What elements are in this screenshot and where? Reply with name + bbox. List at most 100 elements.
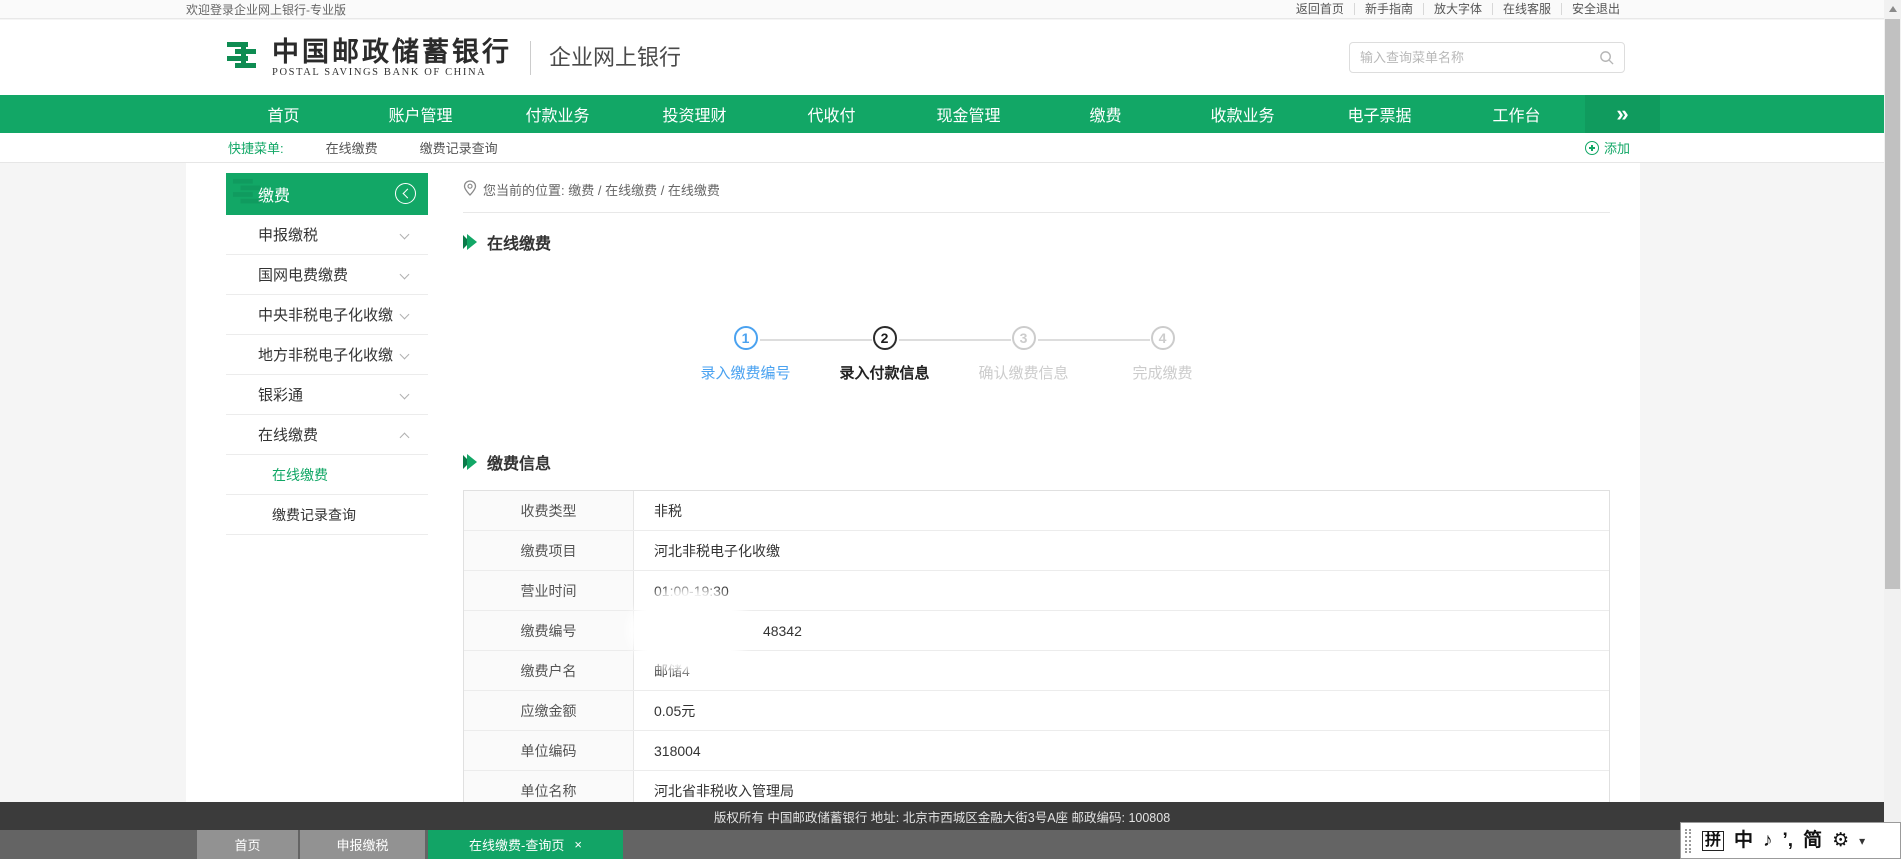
add-quick-menu-button[interactable]: 添加: [1585, 138, 1630, 157]
step-label: 录入付款信息: [839, 362, 929, 383]
sidebar-item-yincaitong[interactable]: 银彩通: [226, 375, 428, 415]
sidebar-item-local-nontax[interactable]: 地方非税电子化收缴: [226, 335, 428, 375]
row-value: 河北非税电子化收缴: [634, 531, 1609, 570]
payment-number-suffix: 48342: [763, 623, 802, 639]
section-online-payment: 在线缴费: [463, 230, 551, 254]
table-row-payer-name: 缴费户名 邮储4: [464, 651, 1609, 691]
bank-name-cn: 中国邮政储蓄银行: [272, 38, 512, 66]
nav-item-bill-pay[interactable]: 缴费: [1037, 95, 1174, 133]
step-circle: 4: [1151, 326, 1175, 350]
sidebar-item-central-nontax[interactable]: 中央非税电子化收缴: [226, 295, 428, 335]
ime-pinyin-icon[interactable]: 拼: [1702, 831, 1724, 851]
row-value: 非税: [634, 491, 1609, 530]
chevron-up-icon: [400, 433, 410, 443]
sidebar-item-declare-tax[interactable]: 申报缴税: [226, 215, 428, 255]
row-label: 营业时间: [464, 571, 634, 610]
ime-simplified-icon[interactable]: 简: [1803, 831, 1822, 850]
sidebar-item-grid-electricity[interactable]: 国网电费缴费: [226, 255, 428, 295]
nav-item-workbench[interactable]: 工作台: [1448, 95, 1585, 133]
row-value: 0.05元: [634, 691, 1609, 730]
top-links: 返回首页 新手指南 放大字体 在线客服 安全退出: [1286, 3, 1630, 15]
table-row-fee-type: 收费类型 非税: [464, 491, 1609, 531]
close-icon[interactable]: ×: [574, 837, 582, 852]
nav-item-e-bills[interactable]: 电子票据: [1311, 95, 1448, 133]
bank-logo: 中国邮政储蓄银行 POSTAL SAVINGS BANK OF CHINA: [226, 38, 512, 78]
step-complete-payment: 4 完成缴费: [1093, 326, 1232, 383]
breadcrumb-path: 缴费 / 在线缴费 / 在线缴费: [568, 180, 720, 199]
drag-handle-icon[interactable]: [1685, 829, 1691, 853]
quick-item-online-payment[interactable]: 在线缴费: [326, 138, 378, 157]
sidebar-item-online-payment-group[interactable]: 在线缴费: [226, 415, 428, 455]
psbc-logo-icon: [226, 39, 262, 77]
ime-tone-icon[interactable]: ♪: [1763, 831, 1773, 850]
taskbar-tab-online-payment-query[interactable]: 在线缴费-查询页 ×: [428, 830, 623, 859]
chevron-down-icon: [400, 270, 410, 280]
ime-chinese-mode-icon[interactable]: 中: [1734, 831, 1753, 850]
nav-item-cash-mgmt[interactable]: 现金管理: [900, 95, 1037, 133]
section-payment-info: 缴费信息: [463, 450, 551, 474]
copyright-text: 版权所有 中国邮政储蓄银行 地址: 北京市西城区金融大街3号A座 邮政编码: 1…: [714, 807, 1170, 826]
nav-item-collection-pay[interactable]: 代收付: [763, 95, 900, 133]
sidebar: 缴费 申报缴税 国网电费缴费 中央非税电子化收缴 地方非税电子化收缴 银彩通 在…: [226, 173, 428, 535]
scrollbar-thumb[interactable]: [1885, 19, 1900, 589]
nav-item-home[interactable]: 首页: [215, 95, 352, 133]
ime-punctuation-icon[interactable]: ’,: [1783, 831, 1794, 850]
section-arrow-icon: [467, 234, 477, 250]
link-online-service[interactable]: 在线客服: [1492, 3, 1561, 15]
copyright-footer: 版权所有 中国邮政储蓄银行 地址: 北京市西城区金融大街3号A座 邮政编码: 1…: [0, 802, 1884, 830]
section-arrow-icon: [467, 454, 477, 470]
sidebar-watermark-icon: [232, 173, 266, 215]
sidebar-subitem-online-payment[interactable]: 在线缴费: [226, 455, 428, 495]
nav-item-account-mgmt[interactable]: 账户管理: [352, 95, 489, 133]
table-row-business-hours: 营业时间 01:00-19:30: [464, 571, 1609, 611]
main-nav: 首页 账户管理 付款业务 投资理财 代收付 现金管理 缴费 收款业务 电子票据 …: [0, 95, 1901, 133]
menu-search-input[interactable]: [1360, 50, 1599, 65]
search-icon[interactable]: [1599, 50, 1614, 65]
step-label: 确认缴费信息: [978, 362, 1068, 383]
chevron-down-icon: [400, 310, 410, 320]
sidebar-item-label: 国网电费缴费: [258, 264, 348, 285]
row-value: 318004: [634, 731, 1609, 770]
payment-info-table: 收费类型 非税 缴费项目 河北非税电子化收缴 营业时间 01:00-19:30 …: [463, 490, 1610, 812]
chevron-down-icon: [400, 230, 410, 240]
row-label: 缴费编号: [464, 611, 634, 650]
link-enlarge-font[interactable]: 放大字体: [1423, 3, 1492, 15]
sidebar-item-label: 在线缴费: [258, 424, 318, 445]
scrollbar-up-arrow-icon[interactable]: [1884, 0, 1901, 17]
link-safe-logout[interactable]: 安全退出: [1561, 3, 1630, 15]
quick-item-payment-records[interactable]: 缴费记录查询: [420, 138, 498, 157]
row-label: 应缴金额: [464, 691, 634, 730]
step-enter-payment-number: 1 录入缴费编号: [676, 326, 815, 383]
ime-settings-gear-icon[interactable]: ⚙: [1832, 831, 1849, 850]
link-return-home[interactable]: 返回首页: [1286, 3, 1354, 15]
link-beginner-guide[interactable]: 新手指南: [1354, 3, 1423, 15]
nav-item-payment-biz[interactable]: 付款业务: [489, 95, 626, 133]
quick-menu-bar: 快捷菜单: 在线缴费 缴费记录查询 添加: [0, 133, 1901, 163]
vertical-scrollbar[interactable]: [1884, 0, 1901, 859]
ime-options-arrow-icon[interactable]: ▾: [1859, 835, 1865, 847]
table-row-payment-item: 缴费项目 河北非税电子化收缴: [464, 531, 1609, 571]
step-circle: 2: [873, 326, 897, 350]
menu-search-box[interactable]: [1349, 42, 1625, 73]
sidebar-subitem-payment-records[interactable]: 缴费记录查询: [226, 495, 428, 535]
nav-item-investment[interactable]: 投资理财: [626, 95, 763, 133]
tab-label: 申报缴税: [336, 835, 388, 854]
redaction-blur-overlay: [628, 588, 750, 672]
chevron-down-icon: [400, 390, 410, 400]
nav-more-chevron-icon[interactable]: »: [1585, 95, 1660, 133]
breadcrumb: 您当前的位置: 缴费 / 在线缴费 / 在线缴费: [463, 180, 1610, 213]
page: 欢迎登录企业网上银行-专业版 返回首页 新手指南 放大字体 在线客服 安全退出 …: [0, 0, 1901, 859]
taskbar-tab-declare-tax[interactable]: 申报缴税: [300, 830, 425, 859]
sidebar-item-label: 中央非税电子化收缴: [258, 304, 393, 325]
ime-language-bar: 拼 中 ♪ ’, 简 ⚙ ▾: [1680, 822, 1901, 859]
row-label: 缴费项目: [464, 531, 634, 570]
sidebar-collapse-icon[interactable]: [395, 183, 416, 204]
row-value: 13000 48342: [634, 611, 1609, 650]
bank-name-block: 中国邮政储蓄银行 POSTAL SAVINGS BANK OF CHINA: [272, 38, 512, 78]
taskbar-tab-home[interactable]: 首页: [197, 830, 298, 859]
nav-item-receivables[interactable]: 收款业务: [1174, 95, 1311, 133]
table-row-unit-code: 单位编码 318004: [464, 731, 1609, 771]
section-title: 缴费信息: [487, 450, 551, 474]
bottom-taskbar: 首页 申报缴税 在线缴费-查询页 ×: [0, 830, 1884, 859]
row-label: 单位编码: [464, 731, 634, 770]
